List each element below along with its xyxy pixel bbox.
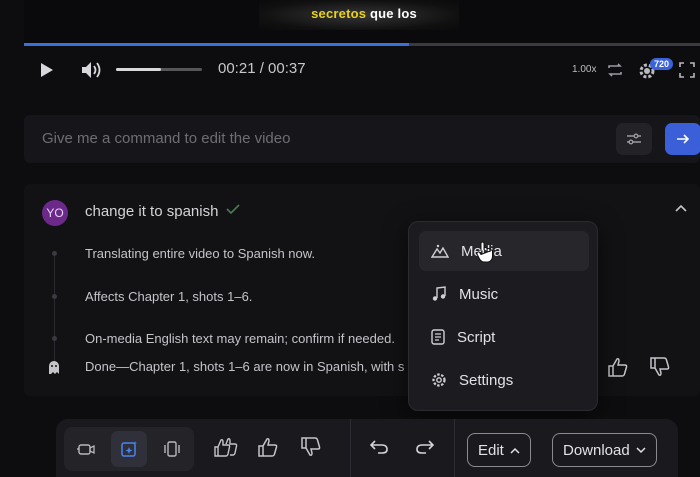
gear-icon — [432, 373, 446, 387]
video-preview[interactable]: secretos que los — [24, 0, 700, 44]
chevron-up-icon[interactable] — [674, 200, 688, 218]
timeline-line — [54, 254, 55, 364]
subtitle-highlight-word: secretos — [311, 6, 367, 21]
vertical-view-button[interactable] — [154, 431, 190, 467]
sparkle-frame-icon — [121, 441, 137, 457]
video-subtitle: secretos que los — [24, 6, 700, 21]
command-input[interactable]: Give me a command to edit the video — [42, 130, 290, 147]
player-controls: 00:21 / 00:37 1.00x 720 — [24, 48, 700, 92]
fullscreen-icon[interactable] — [677, 60, 697, 80]
command-bar: Give me a command to edit the video — [24, 115, 700, 163]
double-thumbs-up-icon[interactable] — [213, 437, 239, 462]
quality-badge: 720 — [650, 58, 674, 70]
document-icon — [431, 329, 445, 345]
loop-icon[interactable] — [605, 60, 625, 80]
step-text: Done—Chapter 1, shots 1–6 are now in Spa… — [85, 359, 405, 374]
menu-item-media[interactable]: Media — [419, 231, 589, 271]
camera-view-button[interactable] — [68, 431, 104, 467]
volume-level — [116, 68, 161, 71]
edit-label: Edit — [478, 441, 504, 459]
menu-item-script[interactable]: Script — [419, 317, 589, 357]
camera-icon — [77, 444, 95, 455]
menu-item-label: Music — [459, 285, 499, 303]
timeline-dot — [52, 294, 57, 299]
sliders-icon — [627, 133, 641, 145]
hand-cursor-icon — [476, 241, 494, 268]
mountains-icon — [431, 244, 449, 258]
video-progress-bar[interactable] — [24, 43, 700, 46]
menu-item-label: Settings — [459, 371, 514, 389]
video-editor: secretos que los 00:21 / 00:37 1.00x 720… — [0, 0, 700, 477]
step-text: On-media English text may remain; confir… — [85, 331, 395, 346]
timeline-dot — [52, 336, 57, 341]
thumbs-down-icon[interactable] — [649, 357, 671, 382]
download-label: Download — [563, 441, 630, 459]
step-text: Affects Chapter 1, shots 1–6. — [85, 289, 253, 304]
edit-dropdown-menu: Media Music Script Settings — [408, 221, 598, 411]
menu-item-music[interactable]: Music — [419, 274, 589, 314]
thumbs-down-icon[interactable] — [300, 437, 322, 462]
step-text: Translating entire video to Spanish now. — [85, 246, 316, 261]
video-progress-fill — [24, 43, 410, 46]
chevron-up-icon — [510, 447, 520, 454]
timeline-dot — [52, 251, 57, 256]
chevron-down-icon — [636, 446, 646, 453]
music-note-icon — [432, 286, 446, 301]
download-button[interactable]: Download — [552, 433, 657, 467]
edit-button[interactable]: Edit — [467, 433, 531, 467]
vibrate-frame-icon — [164, 441, 180, 457]
user-prompt: change it to spanish — [85, 203, 219, 220]
user-avatar: YO — [42, 200, 68, 226]
send-button[interactable] — [665, 123, 700, 155]
thumbs-up-icon[interactable] — [257, 437, 279, 462]
bottom-toolbar: Edit Download — [56, 419, 678, 477]
filter-settings-button[interactable] — [616, 123, 652, 155]
time-display: 00:21 / 00:37 — [218, 60, 306, 77]
toolbar-divider — [350, 419, 351, 477]
playback-speed[interactable]: 1.00x — [572, 64, 596, 75]
view-mode-toggle — [64, 427, 194, 471]
redo-icon[interactable] — [416, 440, 435, 459]
menu-item-label: Script — [457, 328, 496, 346]
menu-item-settings[interactable]: Settings — [419, 360, 589, 400]
ghost-bot-icon — [46, 359, 62, 380]
subtitle-text: que los — [366, 6, 417, 21]
undo-icon[interactable] — [369, 440, 388, 459]
thumbs-up-icon[interactable] — [607, 357, 629, 382]
ai-edit-view-button[interactable] — [111, 431, 147, 467]
arrow-right-icon — [677, 134, 690, 144]
volume-icon[interactable] — [80, 59, 104, 81]
check-icon — [226, 202, 240, 218]
play-icon[interactable] — [38, 60, 56, 80]
volume-slider[interactable] — [116, 68, 202, 71]
chat-thread: YO change it to spanish Translating enti… — [24, 184, 700, 396]
toolbar-divider — [454, 419, 455, 477]
